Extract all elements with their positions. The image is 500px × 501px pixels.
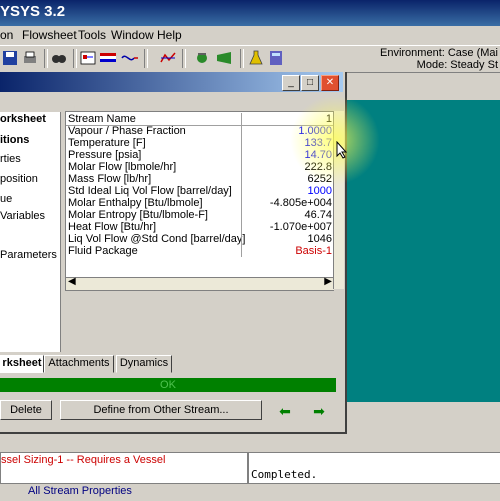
nav-item-parameters[interactable]: Parameters (0, 249, 57, 261)
warning-pane: ssel Sizing-1 -- Requires a Vessel (0, 452, 248, 484)
menu-simulation[interactable]: on (0, 28, 13, 42)
status-bar: All Stream Properties (0, 483, 500, 501)
warning-message: ssel Sizing-1 -- Requires a Vessel (1, 454, 166, 466)
property-value[interactable]: 1000 (308, 185, 332, 197)
pfd-header (345, 73, 500, 101)
table-row: Mass Flow [lb/hr] 6252 (66, 173, 334, 185)
define-from-other-stream-button[interactable]: Define from Other Stream... (60, 400, 262, 420)
stream-property-grid: Stream Name 1 Vapour / Phase Fraction 1.000… (65, 111, 334, 291)
table-row: Temperature [F] 133.7 (66, 137, 334, 149)
property-value[interactable]: 6252 (308, 173, 332, 185)
toolbar: Environment: Case (Mai Mode: Steady St (0, 46, 500, 73)
nav-item-composition[interactable]: position (0, 173, 38, 185)
property-label: Pressure [psia] (68, 149, 142, 161)
property-value[interactable]: 1046 (308, 233, 332, 245)
property-label: Heat Flow [Btu/hr] (68, 221, 157, 233)
app-title-bar: YSYS 3.2 (0, 0, 500, 26)
property-label: Liq Vol Flow @Std Cond [barrel/day] (68, 233, 246, 245)
next-arrow-icon[interactable]: ➡ (310, 403, 328, 419)
print-icon[interactable] (20, 49, 40, 67)
property-value[interactable]: 1.0000 (298, 125, 332, 137)
property-value[interactable]: 46.74 (304, 209, 332, 221)
property-value[interactable]: -1.070e+007 (270, 221, 332, 233)
table-row: Pressure [psia] 14.70 (66, 149, 334, 161)
table-row: Vapour / Phase Fraction 1.0000 (66, 125, 334, 137)
previous-arrow-icon[interactable]: ⬅ (276, 403, 294, 419)
status-bar-label: All Stream Properties (28, 485, 132, 497)
binoculars-icon[interactable] (49, 49, 69, 67)
table-row: Std Ideal Liq Vol Flow [barrel/day] 1000 (66, 185, 334, 197)
graph-icon[interactable] (158, 49, 178, 67)
environment-status: Environment: Case (Mai Mode: Steady St (380, 47, 498, 71)
property-label: Mass Flow [lb/hr] (68, 173, 152, 185)
valve-icon[interactable] (192, 49, 212, 67)
property-value[interactable]: 14.70 (304, 149, 332, 161)
app-title: YSYS 3.2 (0, 3, 66, 20)
nav-item-properties[interactable]: rties (0, 153, 21, 165)
minimize-button[interactable]: _ (282, 75, 300, 91)
table-row: Molar Enthalpy [Btu/lbmole] -4.805e+004 (66, 197, 334, 209)
nav-item-worksheet[interactable]: orksheet (0, 113, 46, 125)
tab-worksheet[interactable]: rksheet (0, 355, 44, 373)
pfd-icon[interactable] (78, 49, 98, 67)
delete-button[interactable]: Delete (0, 400, 52, 420)
scroll-right-icon[interactable]: ▶ (324, 276, 332, 287)
trace-message: Completed. (251, 468, 318, 481)
stream-dialog: _ □ ✕ orksheet itions rties position ue … (0, 72, 347, 434)
calculator-icon[interactable] (266, 49, 286, 67)
tab-attachments[interactable]: Attachments (44, 355, 114, 373)
table-row: Molar Flow [lbmole/hr] 222.8 (66, 161, 334, 173)
property-label: Std Ideal Liq Vol Flow [barrel/day] (68, 185, 232, 197)
nav-item-user-variables[interactable]: Variables (0, 210, 45, 222)
compressor-icon[interactable] (214, 49, 234, 67)
close-button[interactable]: ✕ (321, 75, 339, 91)
menu-tools[interactable]: Tools (78, 28, 106, 42)
environment-label: Environment: Case (Mai (380, 47, 498, 59)
menu-bar: on Flowsheet Tools Window Help (0, 26, 500, 46)
flag-icon[interactable] (98, 49, 118, 67)
status-ok-bar: OK (0, 378, 336, 392)
scroll-left-icon[interactable]: ◀ (68, 276, 76, 287)
property-label: Stream Name (68, 113, 136, 125)
nav-item-conditions[interactable]: itions (0, 134, 29, 146)
property-label: Molar Entropy [Btu/lbmole-F] (68, 209, 208, 221)
table-row: Heat Flow [Btu/hr] -1.070e+007 (66, 221, 334, 233)
table-row: Fluid Package Basis-1 (66, 245, 334, 257)
property-label: Temperature [F] (68, 137, 146, 149)
trace-pane: Completed. (248, 452, 500, 484)
property-value[interactable]: Basis-1 (295, 245, 332, 257)
mouse-cursor-icon (336, 140, 348, 162)
property-label: Vapour / Phase Fraction (68, 125, 186, 137)
nav-item-kvalue[interactable]: ue (0, 193, 12, 205)
tab-dynamics[interactable]: Dynamics (116, 355, 172, 373)
property-label: Molar Enthalpy [Btu/lbmole] (68, 197, 203, 209)
menu-help[interactable]: Help (157, 28, 182, 42)
design-nav: orksheet itions rties position ue Variab… (0, 112, 61, 352)
property-value[interactable]: 1 (326, 113, 332, 125)
property-label: Molar Flow [lbmole/hr] (68, 161, 177, 173)
mode-label: Mode: Steady St (416, 59, 498, 71)
stream-icon[interactable] (120, 49, 140, 67)
horizontal-scrollbar[interactable]: ◀ ▶ (66, 276, 334, 290)
property-value[interactable]: 222.8 (304, 161, 332, 173)
vertical-scrollbar[interactable] (333, 111, 344, 289)
property-value[interactable]: -4.805e+004 (270, 197, 332, 209)
menu-flowsheet[interactable]: Flowsheet (22, 28, 77, 42)
pfd-footer (345, 402, 500, 430)
maximize-button[interactable]: □ (301, 75, 319, 91)
dialog-title-bar: _ □ ✕ (0, 72, 343, 92)
disk-icon[interactable] (0, 49, 20, 67)
property-label: Fluid Package (68, 245, 138, 257)
table-row: Molar Entropy [Btu/lbmole-F] 46.74 (66, 209, 334, 221)
table-row: Liq Vol Flow @Std Cond [barrel/day] 1046 (66, 233, 334, 245)
property-value[interactable]: 133.7 (304, 137, 332, 149)
pfd-canvas[interactable] (345, 100, 500, 402)
flask-icon[interactable] (246, 49, 266, 67)
menu-window[interactable]: Window (111, 28, 154, 42)
